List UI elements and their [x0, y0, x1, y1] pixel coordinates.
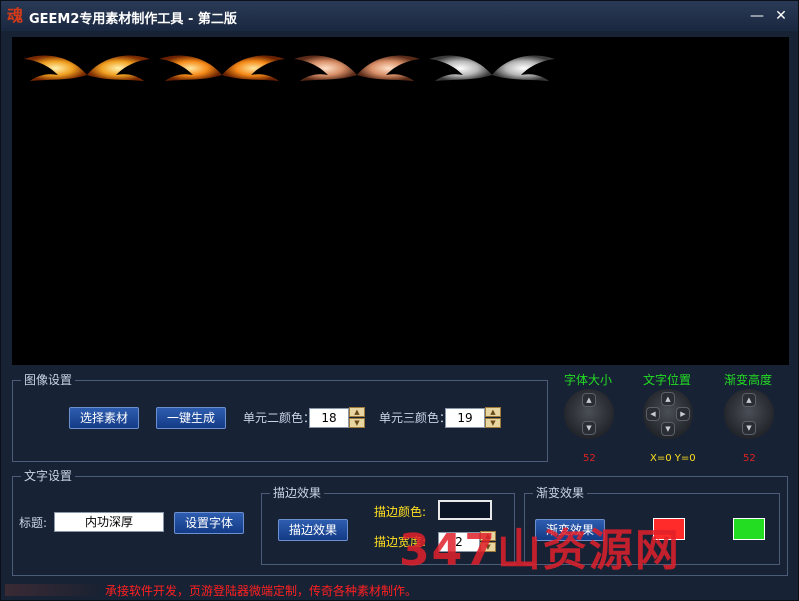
wing-image-bronze	[294, 55, 420, 81]
text-position-dial[interactable]: ▲ ▼ ◀ ▶	[643, 389, 693, 439]
app-window: 魂 GEEM2专用素材制作工具 - 第二版 — ✕ 图像设置 选择素材 一键生成…	[0, 0, 799, 601]
gradient-height-label: 渐变高度	[724, 373, 773, 387]
wing-image-silver	[429, 55, 555, 81]
font-size-value: 52	[583, 453, 596, 464]
watermark-logo: 347山资源网	[399, 525, 681, 573]
window-title: GEEM2专用素材制作工具 - 第二版	[29, 12, 237, 27]
stroke-color-swatch[interactable]	[438, 500, 492, 520]
status-indicator	[5, 584, 99, 596]
status-bar-text: 承接软件开发，页游登陆器微端定制，传奇各种素材制作。	[105, 584, 418, 598]
stroke-color-label: 描边颜色:	[374, 505, 427, 519]
minimize-button[interactable]: —	[747, 7, 767, 25]
image-settings-group: 图像设置 选择素材 一键生成 单元二颜色： 18 ▲ ▼ 单元三颜色： 19 ▲…	[12, 372, 548, 462]
svg-text:347山资源网: 347山资源网	[399, 525, 681, 573]
stroke-effect-button[interactable]: 描边效果	[278, 519, 348, 541]
text-position-value: X=0 Y=0	[650, 453, 696, 464]
set-font-button[interactable]: 设置字体	[174, 512, 244, 534]
image-settings-legend: 图像设置	[21, 372, 76, 388]
unit3-color-spinner[interactable]: ▲ ▼	[485, 407, 501, 429]
unit2-color-spinner[interactable]: ▲ ▼	[349, 407, 365, 429]
gradient-height-dial[interactable]: ▲ ▼	[724, 389, 774, 439]
arrow-down-icon[interactable]: ▼	[661, 422, 675, 436]
text-position-label: 文字位置	[643, 373, 692, 387]
spin-up-icon[interactable]: ▲	[485, 407, 501, 417]
unit3-color-label: 单元三颜色：	[379, 411, 452, 425]
unit2-color-input[interactable]: 18	[309, 408, 349, 428]
title-bar[interactable]: 魂 GEEM2专用素材制作工具 - 第二版 — ✕	[1, 1, 798, 31]
wing-image-gold	[24, 55, 150, 81]
font-size-dial[interactable]: ▲ ▼	[564, 389, 614, 439]
text-settings-legend: 文字设置	[21, 468, 76, 484]
arrow-right-icon[interactable]: ▶	[676, 407, 690, 421]
unit3-color-input[interactable]: 19	[445, 408, 485, 428]
font-size-label: 字体大小	[564, 373, 613, 387]
preview-canvas	[12, 37, 789, 365]
spin-down-icon[interactable]: ▼	[349, 418, 365, 428]
spin-down-icon[interactable]: ▼	[485, 418, 501, 428]
title-label: 标题:	[19, 516, 48, 530]
title-input[interactable]: 内功深厚	[54, 512, 164, 532]
arrow-up-icon[interactable]: ▲	[742, 393, 756, 407]
wing-image-orange	[159, 55, 285, 81]
one-click-generate-button[interactable]: 一键生成	[156, 407, 226, 429]
unit2-color-label: 单元二颜色：	[243, 411, 316, 425]
spin-up-icon[interactable]: ▲	[349, 407, 365, 417]
arrow-up-icon[interactable]: ▲	[661, 392, 675, 406]
arrow-down-icon[interactable]: ▼	[582, 421, 596, 435]
arrow-up-icon[interactable]: ▲	[582, 393, 596, 407]
gradient-effect-legend: 渐变效果	[533, 485, 588, 501]
close-button[interactable]: ✕	[771, 7, 791, 25]
select-material-button[interactable]: 选择素材	[69, 407, 139, 429]
app-logo-icon: 魂	[7, 6, 24, 25]
arrow-left-icon[interactable]: ◀	[646, 407, 660, 421]
gradient-height-value: 52	[743, 453, 756, 464]
arrow-down-icon[interactable]: ▼	[742, 421, 756, 435]
stroke-effect-legend: 描边效果	[270, 485, 325, 501]
